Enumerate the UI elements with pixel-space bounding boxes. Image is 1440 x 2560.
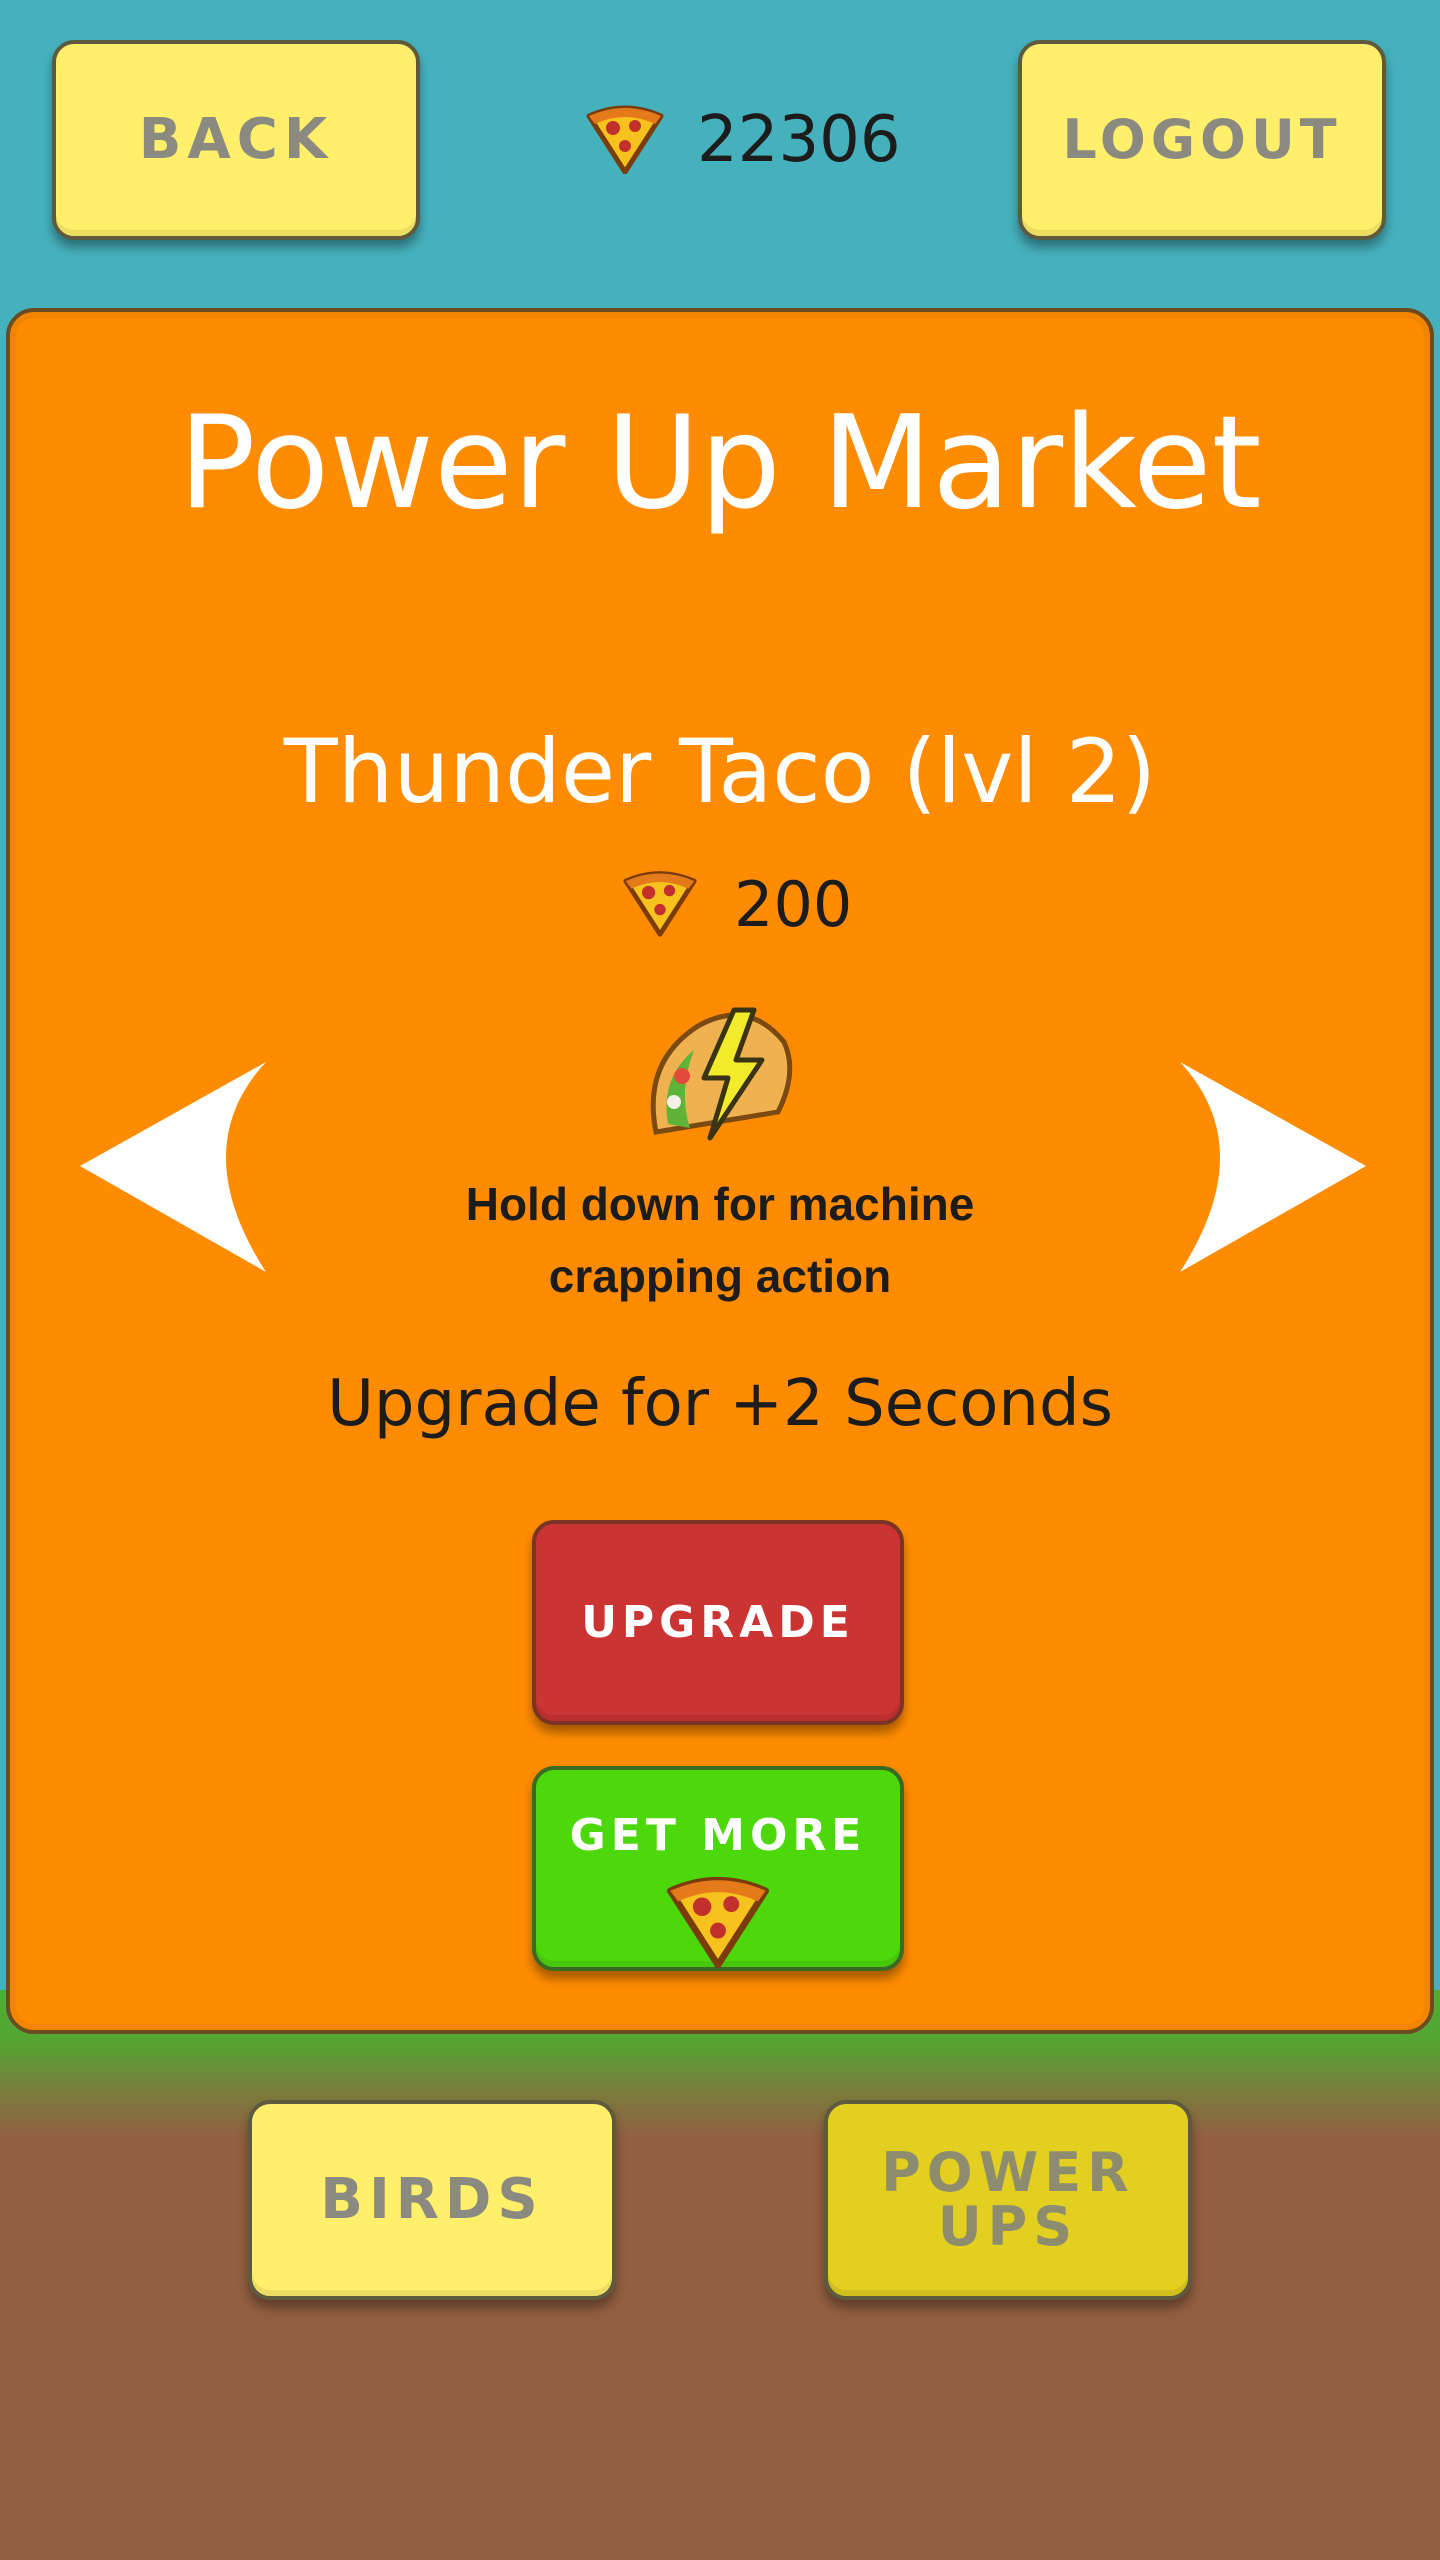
previous-arrow-icon[interactable] [76,1058,270,1280]
power-ups-label-line2: UPS [937,2195,1079,2258]
upgrade-button[interactable]: UPGRADE [532,1520,904,1725]
price-value: 200 [734,867,853,941]
birds-tab-button[interactable]: BIRDS [248,2100,616,2300]
power-ups-tab-button[interactable]: POWER UPS [824,2100,1192,2300]
power-ups-label-line1: POWER [881,2141,1135,2204]
pizza-slice-icon [665,1872,771,1976]
pizza-slice-icon [622,867,698,941]
get-more-button[interactable]: GET MORE [532,1766,904,1971]
item-name: Thunder Taco (lvl 2) [283,720,1157,823]
get-more-label: GET MORE [569,1810,867,1861]
item-price: 200 [622,864,852,944]
page-title: Power Up Market [178,389,1262,538]
upgrade-info: Upgrade for +2 Seconds [327,1367,1113,1441]
logout-button[interactable]: LOGOUT [1018,40,1386,240]
pizza-slice-icon [585,102,665,178]
coin-balance: 22306 [585,100,901,180]
item-description: Hold down for machine crapping action [465,1178,975,1302]
thunder-taco-icon [638,1002,798,1156]
balance-value: 22306 [697,103,901,177]
next-arrow-icon[interactable] [1176,1058,1370,1280]
back-button[interactable]: BACK [52,40,420,240]
